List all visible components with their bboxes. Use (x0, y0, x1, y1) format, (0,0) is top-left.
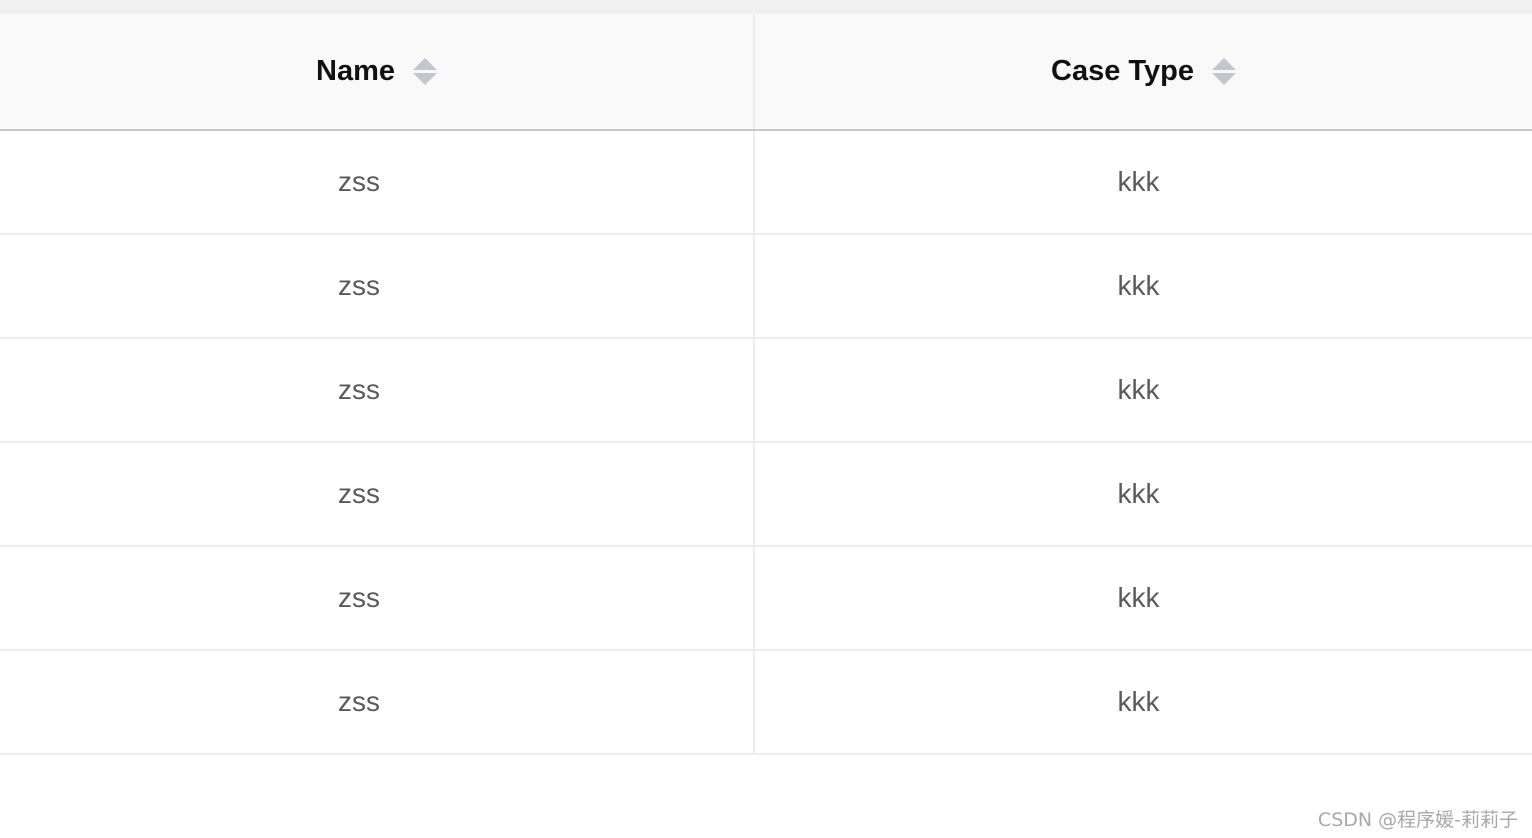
cell-case-type: kkk (1117, 478, 1160, 509)
cell-case-type: kkk (1117, 166, 1160, 197)
cell-case-type: kkk (1117, 582, 1160, 613)
table-header: Name Case Type (0, 14, 1532, 131)
sort-descending-icon[interactable] (413, 73, 437, 85)
cell-name: zss (0, 547, 755, 649)
table-row[interactable]: zss kkk (0, 235, 1532, 339)
cell-name: zss (0, 131, 755, 233)
cell-name: zss (0, 443, 755, 545)
cell-name: zss (0, 651, 755, 753)
table-row[interactable]: zss kkk (0, 131, 1532, 235)
cell-case-type: kkk (1117, 374, 1160, 405)
table-row[interactable]: zss kkk (0, 339, 1532, 443)
watermark: CSDN @程序媛-莉莉子 (1317, 809, 1518, 831)
cell-name: zss (0, 235, 755, 337)
column-header-label: Case Type (1051, 55, 1194, 87)
sort-descending-icon[interactable] (1211, 73, 1236, 85)
sort-ascending-icon[interactable] (1211, 58, 1236, 70)
table-row[interactable]: zss kkk (0, 651, 1532, 755)
column-header-case-type[interactable]: Case Type (755, 14, 1532, 129)
sort-arrows-icon[interactable] (1211, 58, 1236, 85)
cell-case-type: kkk (1117, 270, 1160, 301)
table-row[interactable]: zss kkk (0, 443, 1532, 547)
column-header-name[interactable]: Name (0, 14, 755, 129)
cell-case-type: kkk (1117, 686, 1160, 717)
table-row[interactable]: zss kkk (0, 547, 1532, 651)
column-header-label: Name (316, 55, 395, 87)
cell-name: zss (0, 339, 755, 441)
top-strip (0, 0, 1532, 14)
data-table: Name Case Type zss kkk zss kkk zss kkk z… (0, 14, 1532, 755)
sort-arrows-icon[interactable] (413, 58, 437, 85)
sort-ascending-icon[interactable] (413, 58, 437, 70)
